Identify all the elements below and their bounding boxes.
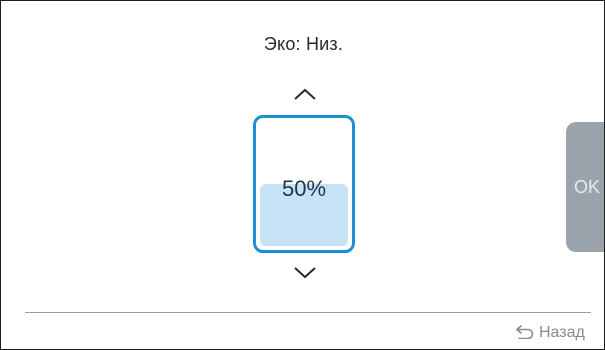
- mode-title: Эко: Низ.: [263, 34, 344, 54]
- level-value: 50%: [281, 176, 327, 201]
- back-button[interactable]: Назад: [514, 321, 585, 345]
- back-label: Назад: [539, 324, 585, 341]
- divider: [25, 312, 591, 313]
- increase-button[interactable]: [289, 84, 321, 104]
- screen: Эко: Низ. 50% OK Назад: [0, 0, 605, 350]
- chevron-down-icon: [294, 267, 316, 279]
- back-arrow-icon: [514, 323, 536, 344]
- chevron-up-icon: [294, 88, 316, 100]
- decrease-button[interactable]: [289, 263, 321, 283]
- ok-button[interactable]: OK: [566, 122, 604, 252]
- level-indicator[interactable]: 50%: [253, 115, 355, 253]
